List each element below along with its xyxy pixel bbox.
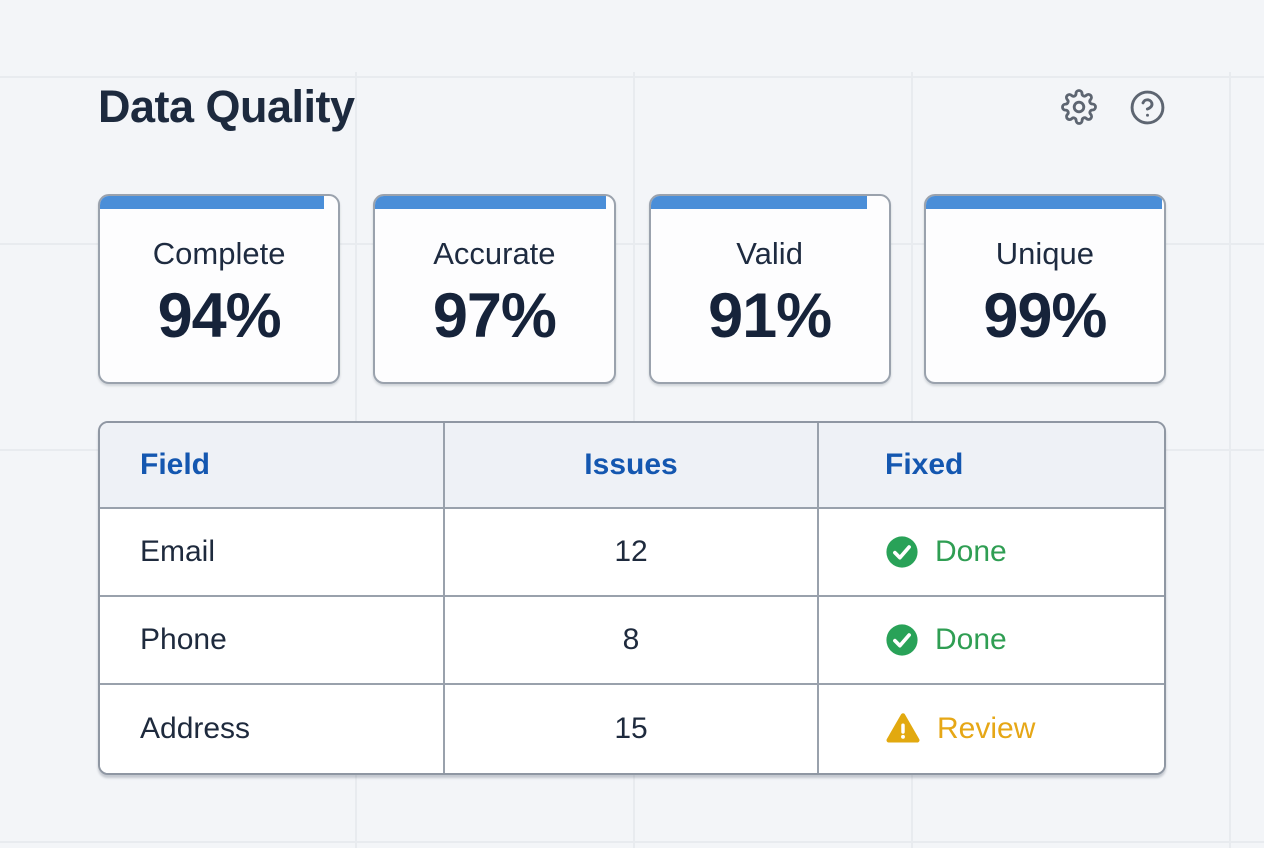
metric-value: 99%	[983, 280, 1106, 352]
table-row[interactable]: Email 12 Done	[100, 509, 1164, 597]
header-actions	[1060, 88, 1166, 126]
fixed-cell: Review	[819, 685, 1164, 773]
metric-value: 94%	[158, 280, 281, 352]
status-badge: Review	[937, 712, 1035, 746]
column-header-fixed: Fixed	[819, 423, 1164, 507]
fixed-cell: Done	[819, 509, 1164, 595]
status-badge: Done	[935, 623, 1007, 657]
progress-strip	[375, 196, 606, 209]
page-header: Data Quality	[98, 72, 1166, 142]
status-badge: Done	[935, 535, 1007, 569]
metric-value: 97%	[433, 280, 556, 352]
gear-icon	[1061, 89, 1097, 125]
settings-button[interactable]	[1060, 88, 1098, 126]
field-cell: Phone	[100, 597, 445, 683]
metric-card-accurate: Accurate 97%	[373, 194, 615, 384]
help-button[interactable]	[1128, 88, 1166, 126]
check-circle-icon	[885, 623, 919, 657]
page-title: Data Quality	[98, 81, 355, 133]
metric-card-valid: Valid 91%	[649, 194, 891, 384]
metric-label: Unique	[996, 236, 1094, 272]
data-quality-page: Data Quality	[0, 72, 1264, 775]
table-row[interactable]: Phone 8 Done	[100, 597, 1164, 685]
fixed-cell: Done	[819, 597, 1164, 683]
help-circle-icon	[1129, 89, 1166, 126]
issues-cell: 15	[445, 685, 819, 773]
issues-cell: 8	[445, 597, 819, 683]
column-header-issues: Issues	[445, 423, 819, 507]
metric-cards: Complete 94% Accurate 97% Valid 91% Uniq…	[98, 194, 1166, 384]
metric-label: Accurate	[433, 236, 555, 272]
table-header-row: Field Issues Fixed	[100, 423, 1164, 509]
metric-value: 91%	[708, 280, 831, 352]
table-row[interactable]: Address 15 Review	[100, 685, 1164, 773]
metric-label: Complete	[153, 236, 286, 272]
metric-label: Valid	[736, 236, 803, 272]
background-gridline-horizontal	[0, 841, 1264, 843]
progress-strip	[651, 196, 868, 209]
column-header-field: Field	[100, 423, 445, 507]
progress-strip	[926, 196, 1162, 209]
progress-strip	[100, 196, 324, 209]
field-cell: Address	[100, 685, 445, 773]
data-quality-table: Field Issues Fixed Email 12 Done Phone 8	[98, 421, 1166, 775]
field-cell: Email	[100, 509, 445, 595]
metric-card-unique: Unique 99%	[924, 194, 1166, 384]
metric-card-complete: Complete 94%	[98, 194, 340, 384]
warning-triangle-icon	[885, 711, 921, 747]
check-circle-icon	[885, 535, 919, 569]
issues-cell: 12	[445, 509, 819, 595]
